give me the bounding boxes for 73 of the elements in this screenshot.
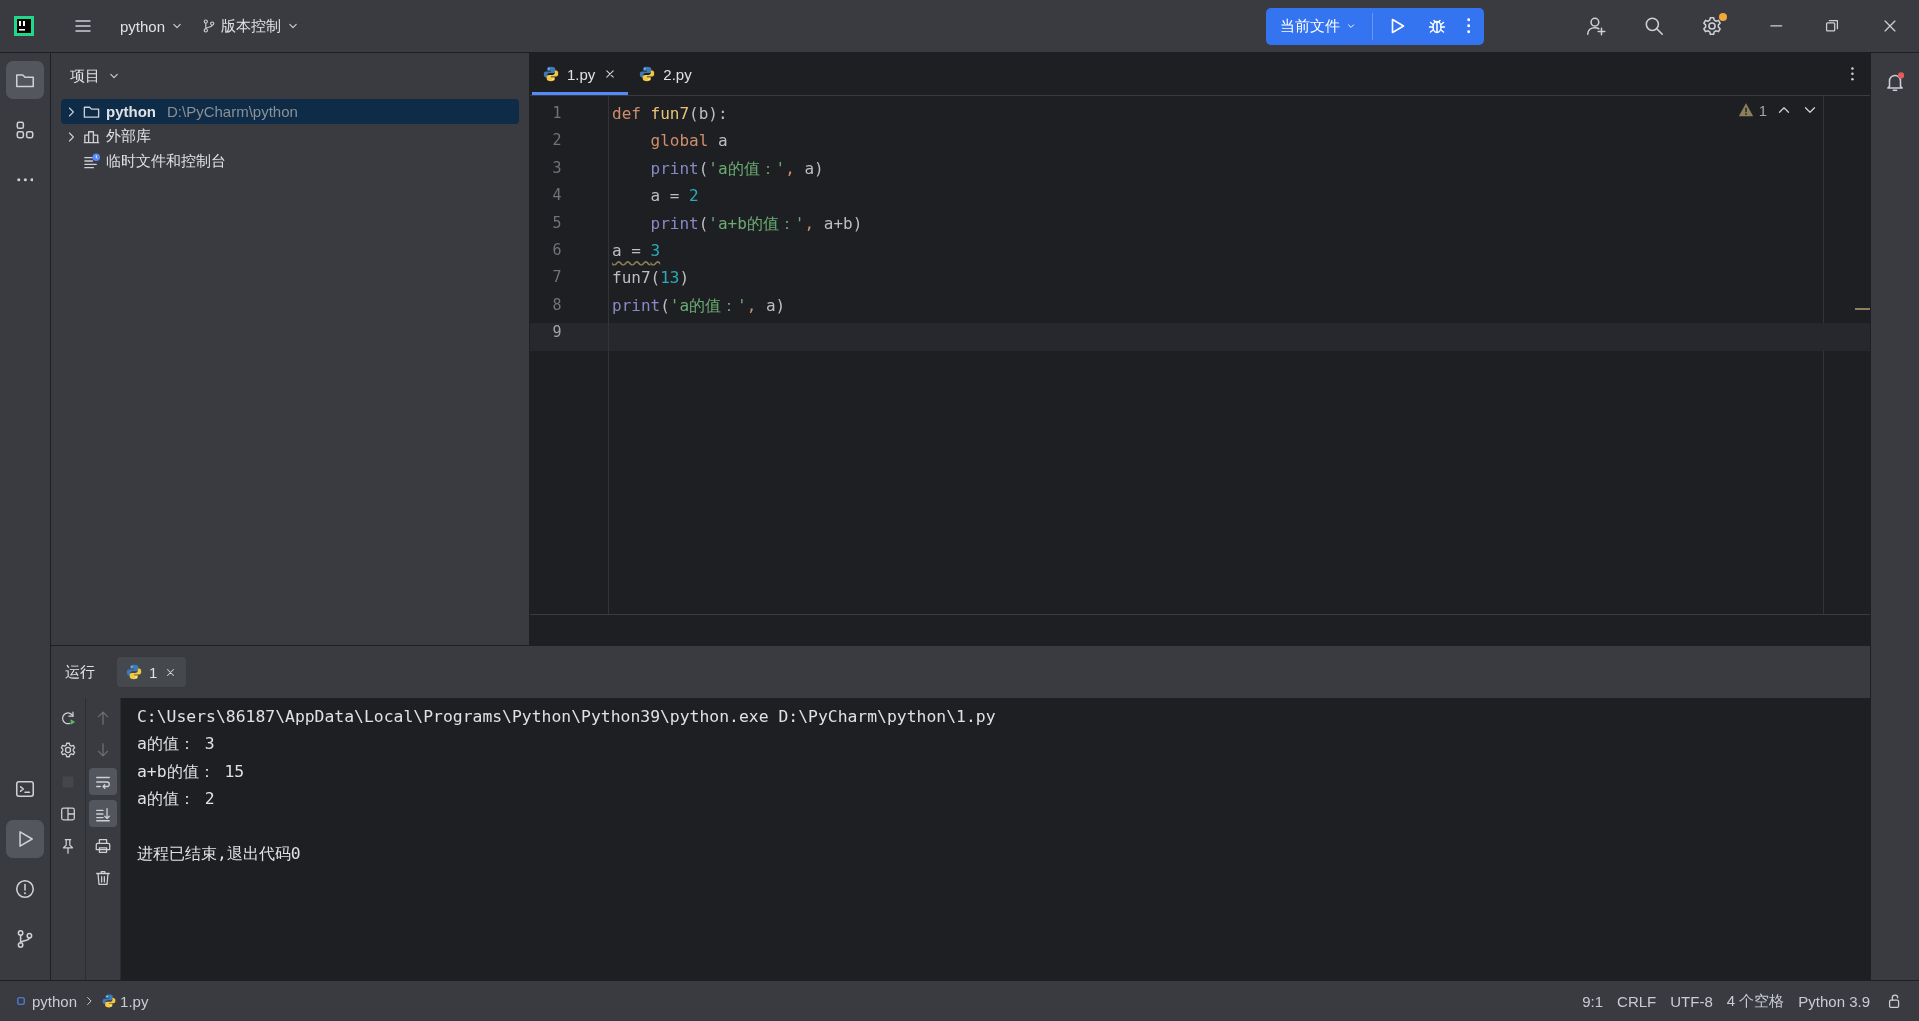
editor-tab[interactable]: 2.py — [628, 53, 702, 95]
line-number: 1 — [551, 104, 563, 124]
app-logo — [14, 16, 34, 36]
run-config-dropdown[interactable]: 当前文件 — [1270, 7, 1368, 45]
project-dropdown[interactable]: python — [112, 11, 194, 41]
settings-icon — [1701, 15, 1724, 37]
code-line: print('a的值：', a) — [649, 158, 824, 180]
line-number: 3 — [551, 158, 563, 179]
editor-tab[interactable]: 1.py — [532, 53, 629, 95]
panel-title: 运行 — [65, 662, 95, 682]
line-number: 4 — [551, 186, 563, 207]
more-icon — [1851, 67, 1854, 81]
line-number: 6 — [551, 240, 563, 261]
status-widget[interactable]: UTF-8 — [1663, 988, 1720, 1014]
add-user-icon — [1585, 15, 1608, 37]
structure-icon — [14, 119, 36, 141]
code-line: print('a的值：', a) — [612, 295, 786, 317]
settings-icon — [59, 740, 77, 759]
warning-marker — [1855, 308, 1870, 310]
breadcrumb[interactable]: 1.py — [96, 988, 154, 1014]
status-widget[interactable]: Python 3.9 — [1791, 988, 1877, 1014]
status-widget[interactable]: 9:1 — [1575, 988, 1611, 1014]
python-icon — [638, 65, 657, 83]
breadcrumb[interactable]: python — [8, 988, 83, 1014]
python-icon — [542, 65, 560, 83]
code-line: print('a+b的值：', a+b) — [649, 213, 863, 235]
scroll-end-button[interactable] — [89, 800, 117, 827]
console-line: a的值： 2 — [137, 788, 216, 811]
restore-icon — [1823, 17, 1841, 35]
status-widget[interactable]: 4 个空格 — [1719, 987, 1792, 1015]
line-number: 5 — [551, 213, 563, 234]
print-icon — [94, 836, 112, 855]
project-tool-button[interactable] — [6, 61, 44, 99]
minimize-icon — [1770, 25, 1783, 27]
python-icon — [125, 663, 143, 681]
problems-icon — [14, 878, 36, 900]
terminal-icon — [14, 778, 36, 800]
project-view-dropdown[interactable]: 项目 — [64, 62, 128, 90]
tree-item[interactable]: 外部库 — [61, 124, 519, 149]
wrap-button[interactable] — [89, 768, 117, 795]
tree-item[interactable]: 临时文件和控制台 — [61, 149, 519, 174]
code-line: a = 2 — [649, 186, 699, 208]
warning-icon — [1736, 101, 1755, 119]
more-icon — [1467, 18, 1471, 34]
notification-dot — [1719, 13, 1728, 21]
python-icon — [101, 993, 118, 1009]
line-number: 2 — [551, 131, 563, 152]
status-widget[interactable]: CRLF — [1610, 988, 1664, 1014]
code-line: def fun7(b): — [612, 104, 728, 125]
console-line: a+b的值： 15 — [137, 760, 246, 783]
console-line: 进程已结束,退出代码0 — [137, 842, 302, 865]
tree-item-label: 临时文件和控制台 — [106, 152, 226, 171]
warning-count[interactable]: 1 — [1736, 101, 1767, 119]
more-icon — [16, 178, 34, 182]
code-line: global a — [649, 131, 728, 153]
vcs-dropdown[interactable]: 版本控制 — [193, 10, 310, 42]
search-icon — [1643, 15, 1666, 37]
tree-item[interactable]: python D:\PyCharm\python — [61, 99, 519, 124]
line-number: 9 — [530, 323, 608, 351]
console-line: a的值： 3 — [137, 733, 216, 756]
tree-item-label: python — [106, 103, 156, 120]
delete-icon — [94, 868, 112, 887]
line-number: 7 — [551, 268, 563, 289]
tree-item-path: D:\PyCharm\python — [167, 103, 298, 120]
console-line: C:\Users\86187\AppData\Local\Programs\Python\Python39\python.exe D:\PyCharm\python\1.py — [137, 706, 997, 728]
scratch-file-icon — [82, 152, 101, 171]
tree-item-label: 外部库 — [106, 127, 151, 146]
code-line: a = 3 — [612, 240, 661, 262]
run-tool-button[interactable] — [6, 820, 44, 858]
run-tab[interactable]: 1 — [117, 657, 187, 687]
bell-icon — [1884, 71, 1906, 93]
line-number: 8 — [551, 295, 563, 316]
code-line: fun7(13) — [612, 268, 690, 290]
